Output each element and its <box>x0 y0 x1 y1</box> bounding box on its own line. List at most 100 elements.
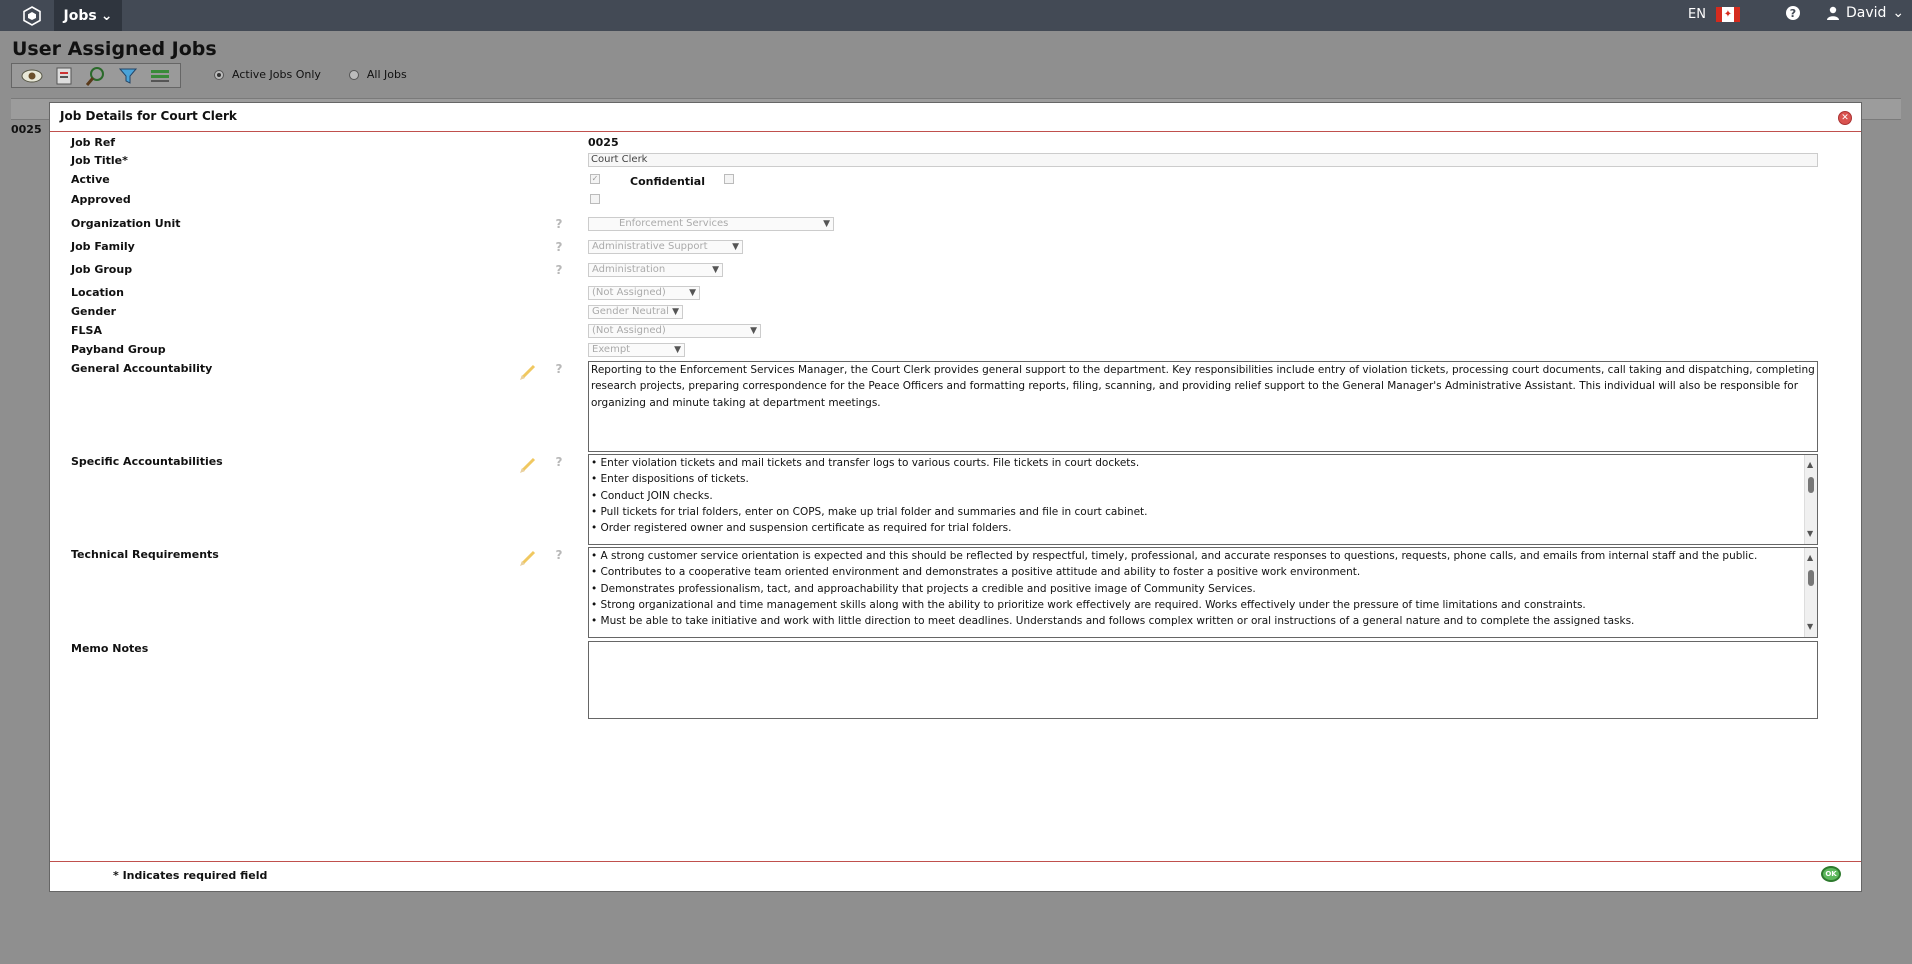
page-title: User Assigned Jobs <box>12 38 217 60</box>
pencil-icon[interactable] <box>518 362 538 382</box>
specific-accountabilities-text[interactable]: • Enter violation tickets and mail ticke… <box>588 454 1818 545</box>
job-family-select[interactable]: Administrative Support ▼ <box>588 240 743 254</box>
specific-accountabilities-label: Specific Accountabilities <box>71 455 223 468</box>
jobs-menu-label: Jobs <box>63 7 97 24</box>
payband-select[interactable]: Exempt ▼ <box>588 343 685 357</box>
list-item: • Enter dispositions of tickets. <box>591 473 749 486</box>
general-accountability-paragraph: Reporting to the Enforcement Services Ma… <box>591 364 1815 409</box>
all-jobs-label: All Jobs <box>366 68 407 81</box>
memo-notes-label: Memo Notes <box>71 642 149 655</box>
search-icon[interactable] <box>84 66 108 86</box>
ok-button[interactable]: OK <box>1821 866 1841 882</box>
job-ref-label: Job Ref <box>71 136 116 149</box>
view-eye-icon[interactable] <box>20 66 44 86</box>
chevron-down-icon: ⌄ <box>1892 5 1905 21</box>
active-label: Active <box>71 173 110 186</box>
footer-divider <box>50 861 1861 862</box>
help-icon[interactable]: ? <box>1786 6 1800 20</box>
list-item: • Must be able to take initiative and wo… <box>591 615 1635 628</box>
report-icon[interactable] <box>52 66 76 86</box>
approved-label: Approved <box>71 193 131 206</box>
active-jobs-label: Active Jobs Only <box>232 68 321 81</box>
list-item: • Demonstrates professionalism, tact, an… <box>591 582 1256 595</box>
job-family-value: Administrative Support <box>592 241 708 252</box>
gender-select[interactable]: Gender Neutral ▼ <box>588 305 683 319</box>
job-title-label: Job Title* <box>71 154 128 167</box>
background-row-ref[interactable]: 0025 <box>11 123 42 136</box>
scrollbar-thumb[interactable] <box>1808 477 1814 493</box>
org-unit-label: Organization Unit <box>71 217 181 230</box>
vertical-scrollbar[interactable]: ▲ ▼ <box>1804 455 1817 544</box>
help-icon[interactable]: ? <box>552 362 566 376</box>
help-icon[interactable]: ? <box>552 548 566 562</box>
org-unit-select[interactable]: Enforcement Services ▼ <box>588 217 834 231</box>
general-accountability-text[interactable]: Reporting to the Enforcement Services Ma… <box>588 361 1818 452</box>
flsa-label: FLSA <box>71 324 102 337</box>
user-menu[interactable]: David ⌄ <box>1826 5 1904 21</box>
vertical-scrollbar[interactable]: ▲ ▼ <box>1804 548 1817 637</box>
active-jobs-radio[interactable] <box>214 69 224 80</box>
gender-label: Gender <box>71 305 117 318</box>
location-select[interactable]: (Not Assigned) ▼ <box>588 286 700 300</box>
active-checkbox[interactable]: ✓ <box>590 174 600 184</box>
job-details-dialog: Job Details for Court Clerk ✕ Job Ref 00… <box>49 102 1862 892</box>
required-field-note: * Indicates required field <box>113 869 268 882</box>
job-family-label: Job Family <box>71 240 135 253</box>
canada-flag-icon[interactable]: ✦ <box>1716 7 1740 22</box>
app-logo-icon[interactable] <box>14 0 50 31</box>
pencil-icon[interactable] <box>518 455 538 475</box>
filter-icon[interactable] <box>116 66 140 86</box>
chevron-down-icon: ▼ <box>712 265 719 275</box>
top-navigation-bar: Jobs ⌄ EN ✦ ? David ⌄ <box>0 0 1912 31</box>
help-icon[interactable]: ? <box>552 455 566 469</box>
chevron-down-icon: ▼ <box>732 242 739 252</box>
help-icon[interactable]: ? <box>552 263 566 277</box>
help-icon[interactable]: ? <box>552 240 566 254</box>
technical-requirements-label: Technical Requirements <box>71 548 219 561</box>
memo-notes-textarea[interactable] <box>588 641 1818 719</box>
gender-value: Gender Neutral <box>592 306 669 317</box>
job-group-value: Administration <box>592 264 666 275</box>
chevron-down-icon: ⌄ <box>100 7 113 24</box>
flsa-value: (Not Assigned) <box>592 325 666 336</box>
pencil-icon[interactable] <box>518 548 538 568</box>
location-value: (Not Assigned) <box>592 287 666 298</box>
job-title-field[interactable]: Court Clerk <box>588 153 1818 167</box>
approved-checkbox[interactable] <box>590 194 600 204</box>
list-item: • Strong organizational and time managem… <box>591 598 1586 611</box>
flsa-select[interactable]: (Not Assigned) ▼ <box>588 324 761 338</box>
chevron-down-icon: ▼ <box>672 307 679 317</box>
job-ref-value: 0025 <box>588 136 619 149</box>
list-item: • Conduct JOIN checks. <box>591 489 713 502</box>
list-item: • A strong customer service orientation … <box>591 550 1758 562</box>
user-icon <box>1827 6 1839 20</box>
scroll-up-icon[interactable]: ▲ <box>1807 457 1813 473</box>
location-label: Location <box>71 286 124 299</box>
jobs-menu-button[interactable]: Jobs ⌄ <box>54 0 122 31</box>
payband-label: Payband Group <box>71 343 166 356</box>
confidential-checkbox[interactable] <box>724 174 734 184</box>
job-group-select[interactable]: Administration ▼ <box>588 263 723 277</box>
chevron-down-icon: ▼ <box>823 219 830 229</box>
all-jobs-radio[interactable] <box>348 69 359 80</box>
user-name: David <box>1846 5 1887 21</box>
help-icon[interactable]: ? <box>552 217 566 231</box>
columns-icon[interactable] <box>148 66 172 86</box>
scroll-down-icon[interactable]: ▼ <box>1807 526 1813 542</box>
general-accountability-label: General Accountability <box>71 362 213 375</box>
job-filter-radio-group: Active Jobs Only All Jobs <box>214 68 407 81</box>
list-item: • Order registered owner and suspension … <box>591 522 1012 535</box>
technical-requirements-text[interactable]: • A strong customer service orientation … <box>588 547 1818 638</box>
close-icon[interactable]: ✕ <box>1838 111 1852 125</box>
chevron-down-icon: ▼ <box>750 326 757 336</box>
language-selector[interactable]: EN <box>1688 7 1706 22</box>
scrollbar-thumb[interactable] <box>1808 570 1814 586</box>
page-toolbar <box>11 63 181 88</box>
scroll-down-icon[interactable]: ▼ <box>1807 619 1813 635</box>
scroll-up-icon[interactable]: ▲ <box>1807 550 1813 566</box>
header-divider <box>50 131 1861 132</box>
dialog-title: Job Details for Court Clerk <box>60 109 237 123</box>
list-item: • Contributes to a cooperative team orie… <box>591 566 1361 579</box>
org-unit-value: Enforcement Services <box>619 218 729 229</box>
list-item: • Enter violation tickets and mail ticke… <box>591 457 1140 469</box>
